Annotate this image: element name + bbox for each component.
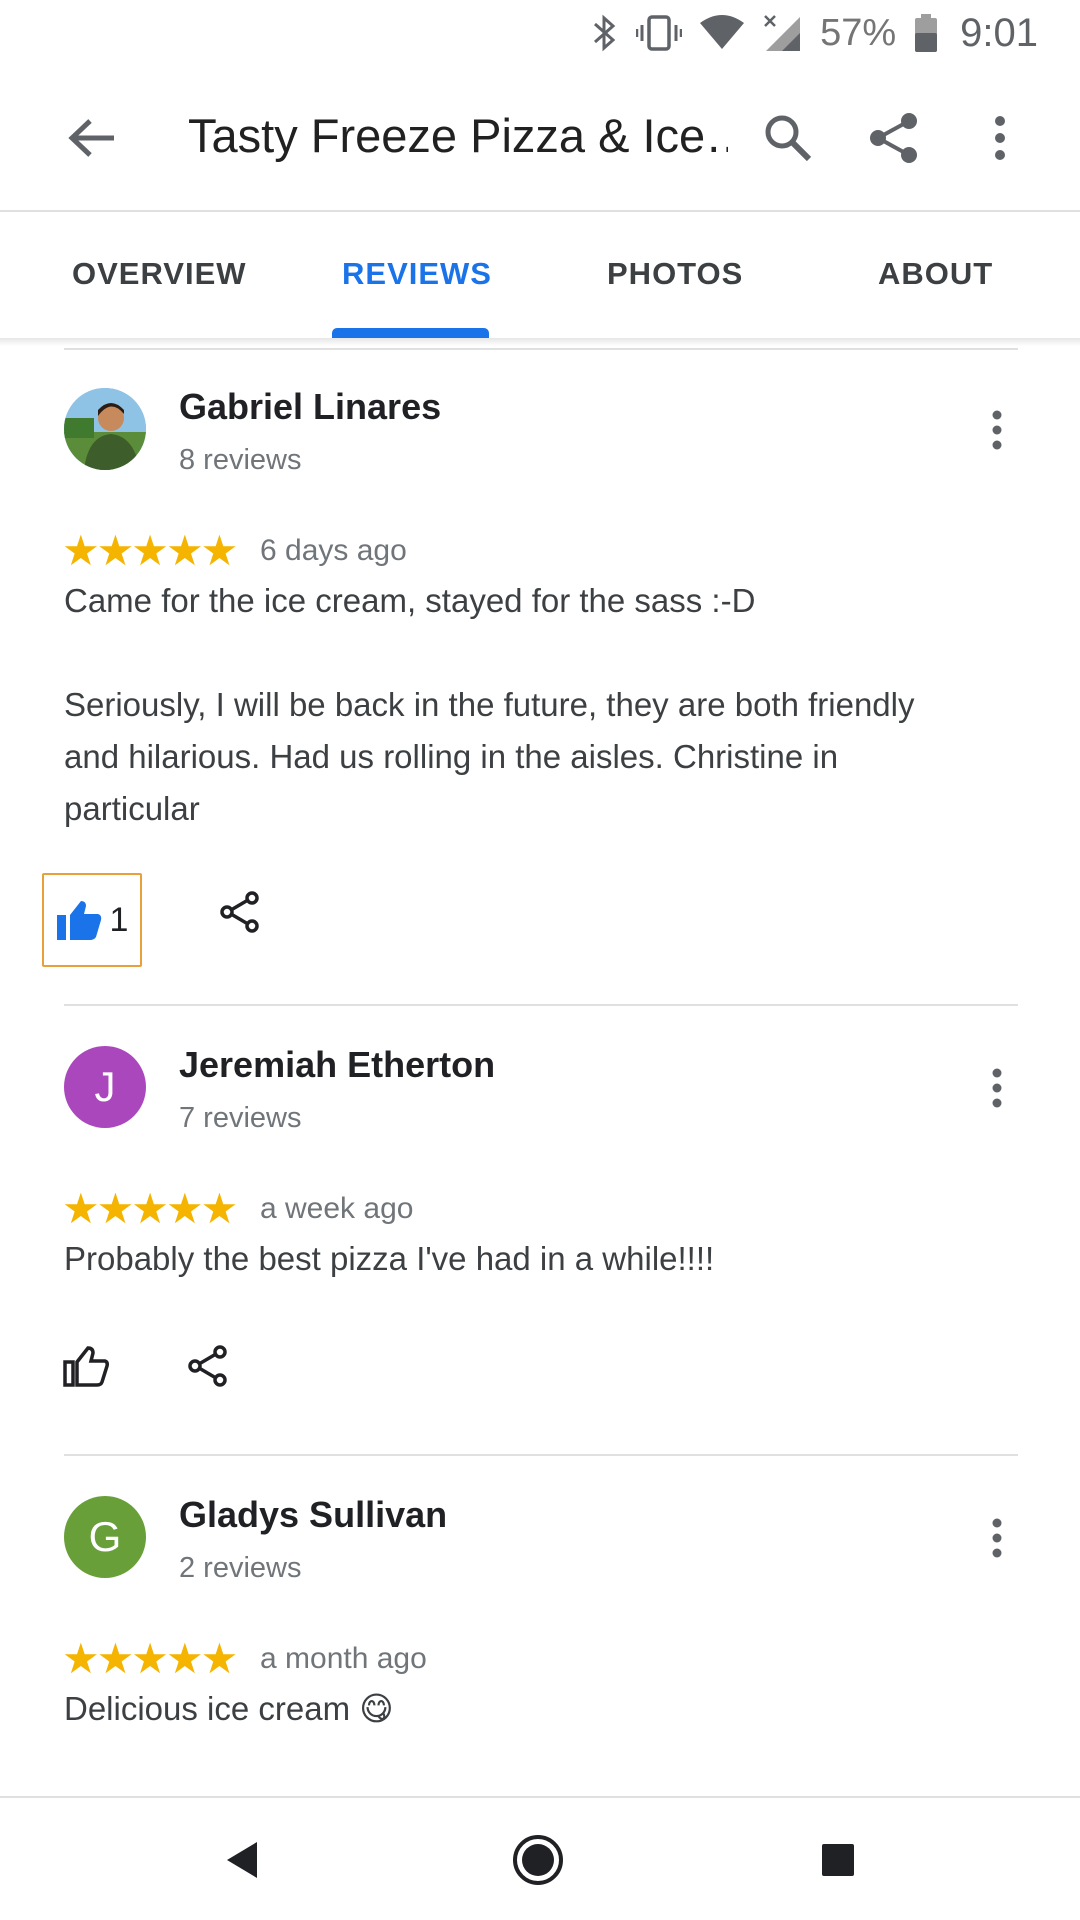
review-separator	[64, 1004, 1018, 1006]
more-vert-icon	[995, 116, 1005, 160]
place-title: Tasty Freeze Pizza & Ice…	[188, 109, 728, 162]
nav-back-button[interactable]	[212, 1830, 272, 1890]
cellular-signal-icon	[762, 13, 802, 53]
star-rating: ★★★★★	[62, 1635, 238, 1682]
battery-percentage: 57%	[820, 11, 897, 54]
avatar[interactable]: J	[64, 1046, 146, 1128]
reviewer-review-count: 8 reviews	[179, 444, 302, 476]
arrow-back-icon	[68, 119, 114, 157]
review-more-options-button[interactable]	[982, 1508, 1012, 1568]
avatar-photo	[64, 388, 146, 470]
search-button[interactable]	[756, 106, 820, 170]
tab-overview[interactable]: OVERVIEW	[72, 256, 247, 292]
review-share-button[interactable]	[210, 882, 270, 942]
review-separator	[64, 1454, 1018, 1456]
tabs-shadow	[0, 338, 1080, 346]
reviewer-name[interactable]: Gladys Sullivan	[179, 1494, 447, 1536]
reviewer-name[interactable]: Jeremiah Etherton	[179, 1044, 495, 1086]
more-vert-icon	[992, 410, 1002, 450]
bluetooth-icon	[592, 13, 618, 53]
share-icon	[188, 1345, 227, 1387]
more-vert-icon	[992, 1518, 1002, 1558]
review-share-button[interactable]	[178, 1336, 238, 1396]
reviewer-review-count: 2 reviews	[179, 1552, 302, 1584]
avatar[interactable]: G	[64, 1496, 146, 1578]
like-button[interactable]: 1	[42, 873, 142, 967]
tab-bar: OVERVIEW REVIEWS PHOTOS ABOUT	[0, 212, 1080, 340]
circle-home-icon	[513, 1835, 563, 1885]
back-button[interactable]	[60, 111, 124, 165]
wifi-icon	[700, 15, 745, 51]
clock: 9:01	[960, 10, 1038, 55]
app-bar: Tasty Freeze Pizza & Ice…	[0, 66, 1080, 210]
tab-photos[interactable]: PHOTOS	[607, 256, 743, 292]
share-button[interactable]	[862, 106, 926, 170]
like-button[interactable]	[56, 1336, 116, 1396]
like-count: 1	[109, 900, 129, 939]
vibrate-icon	[636, 13, 683, 53]
square-recents-icon	[822, 1844, 854, 1876]
review-time: a week ago	[260, 1192, 414, 1225]
nav-home-button[interactable]	[508, 1830, 568, 1890]
review-separator	[64, 348, 1018, 350]
review-text: Delicious ice cream 😋	[64, 1690, 394, 1727]
review-more-options-button[interactable]	[982, 1058, 1012, 1118]
review-time: a month ago	[260, 1642, 427, 1675]
avatar[interactable]	[64, 388, 146, 470]
tab-reviews[interactable]: REVIEWS	[342, 256, 492, 292]
star-rating: ★★★★★	[62, 527, 238, 574]
review-more-options-button[interactable]	[982, 400, 1012, 460]
thumb-up-outline-icon	[63, 1346, 109, 1387]
system-nav-bar	[0, 1798, 1080, 1920]
share-icon	[220, 891, 259, 933]
thumb-up-filled-icon	[56, 901, 101, 940]
nav-recents-button[interactable]	[808, 1830, 868, 1890]
share-icon	[870, 113, 917, 163]
active-tab-indicator	[332, 328, 489, 338]
star-rating: ★★★★★	[62, 1185, 238, 1232]
review-text: Came for the ice cream, stayed for the s…	[64, 582, 915, 827]
reviewer-name[interactable]: Gabriel Linares	[179, 386, 441, 428]
more-options-button[interactable]	[968, 106, 1032, 170]
search-icon	[765, 115, 812, 162]
more-vert-icon	[992, 1068, 1002, 1108]
tab-about[interactable]: ABOUT	[878, 256, 993, 292]
reviewer-review-count: 7 reviews	[179, 1102, 302, 1134]
triangle-back-icon	[227, 1842, 257, 1878]
status-bar: 57% 9:01	[0, 0, 1080, 66]
battery-icon	[914, 13, 938, 53]
review-time: 6 days ago	[260, 534, 407, 567]
review-text: Probably the best pizza I've had in a wh…	[64, 1240, 715, 1277]
